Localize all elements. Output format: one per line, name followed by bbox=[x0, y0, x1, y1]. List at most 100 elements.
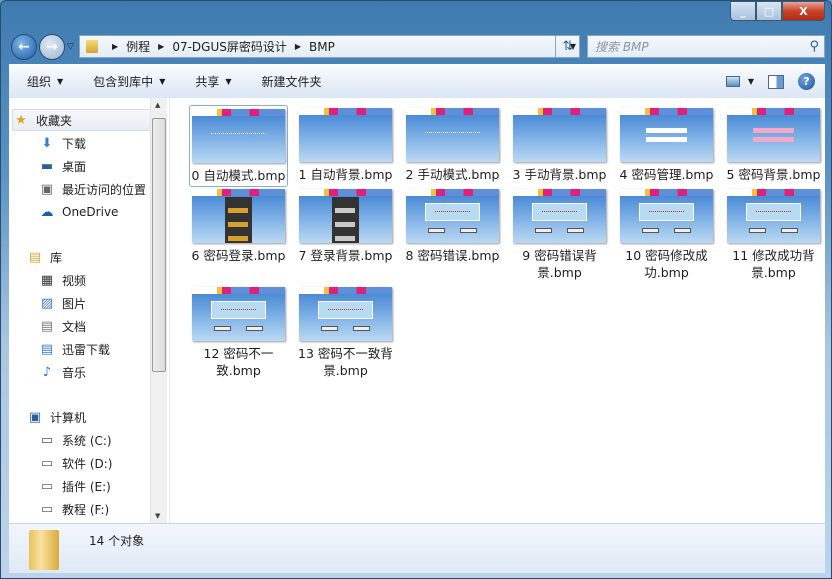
file-thumbnail bbox=[727, 189, 820, 243]
sidebar-item[interactable]: ▭ 软件 (D:) bbox=[39, 452, 113, 474]
sidebar-item-label: 插件 (E:) bbox=[62, 479, 111, 494]
sidebar-computer[interactable]: ▣ 计算机 bbox=[27, 406, 86, 428]
file-thumbnail bbox=[406, 108, 499, 162]
sidebar-item[interactable]: ▭ 插件 (E:) bbox=[39, 475, 111, 497]
sidebar-item-label: 音乐 bbox=[62, 365, 87, 380]
share-button[interactable]: 共享 ▼ bbox=[195, 73, 231, 90]
sidebar-item-icon: ▭ bbox=[40, 432, 54, 448]
navigation-pane: ★ 收藏夹 ⬇ 下载 ▬ 桌面 ▣ 最近访问的位置 ☁ OneDrive ▤ 库 ▦ 视频 ▨ 图片 ▤ 文档 ▤ 迅… bbox=[11, 98, 155, 523]
change-view-button[interactable]: ▼ bbox=[725, 76, 754, 87]
back-button[interactable]: ← bbox=[11, 34, 37, 60]
file-name: 3 手动背景.bmp bbox=[512, 167, 607, 182]
sidebar-item-icon: ▭ bbox=[40, 478, 54, 494]
sidebar-item-icon: ▭ bbox=[40, 501, 54, 517]
view-icon bbox=[725, 76, 740, 87]
sidebar-item[interactable]: ▤ 迅雷下载 bbox=[39, 338, 110, 360]
file-item[interactable]: 3 手动背景.bmp bbox=[510, 105, 609, 185]
file-item[interactable]: 12 密码不一致.bmp bbox=[189, 284, 288, 381]
chevron-right-icon[interactable]: ▶ bbox=[112, 42, 118, 51]
file-item[interactable]: 4 密码管理.bmp bbox=[617, 105, 716, 185]
explorer-window: _ □ X ← → ▽ ▶ 例程 ▶ 07-DGUS屏密码设计 ▶ BMP ▼ … bbox=[0, 0, 832, 579]
sidebar-favorites[interactable]: ★ 收藏夹 bbox=[12, 109, 154, 131]
file-item[interactable]: 13 密码不一致背景.bmp bbox=[296, 284, 395, 381]
file-item[interactable]: 2 手动模式.bmp bbox=[403, 105, 502, 185]
sidebar-item-label: 文档 bbox=[62, 319, 87, 334]
item-count: 14 个对象 bbox=[89, 534, 145, 548]
organize-button[interactable]: 组织 ▼ bbox=[27, 73, 63, 90]
search-placeholder: 搜索 BMP bbox=[595, 40, 649, 54]
file-thumbnail bbox=[513, 108, 606, 162]
new-folder-button[interactable]: 新建文件夹 bbox=[262, 73, 322, 90]
scroll-up-icon[interactable]: ▲ bbox=[155, 101, 160, 109]
maximize-button[interactable]: □ bbox=[756, 1, 782, 21]
minimize-button[interactable]: _ bbox=[730, 1, 756, 21]
search-input[interactable]: 搜索 BMP ⚲ bbox=[587, 35, 825, 58]
sidebar-label: 库 bbox=[50, 250, 63, 265]
file-name: 10 密码修改成功.bmp bbox=[625, 248, 708, 280]
refresh-button[interactable]: ⇅ bbox=[555, 35, 580, 58]
chevron-right-icon[interactable]: ▶ bbox=[295, 42, 301, 51]
file-item[interactable]: 8 密码错误.bmp bbox=[403, 186, 502, 266]
sidebar-item[interactable]: ▤ 文档 bbox=[39, 315, 86, 337]
sidebar-libraries[interactable]: ▤ 库 bbox=[27, 246, 62, 268]
file-item[interactable]: 5 密码背景.bmp bbox=[724, 105, 823, 185]
command-bar: 组织 ▼ 包含到库中 ▼ 共享 ▼ 新建文件夹 ▼ ? bbox=[9, 64, 825, 98]
chevron-down-icon: ▼ bbox=[57, 77, 64, 86]
breadcrumb-item[interactable]: 07-DGUS屏密码设计 bbox=[172, 38, 287, 55]
include-label: 包含到库中 bbox=[93, 75, 154, 89]
file-item[interactable]: 10 密码修改成功.bmp bbox=[617, 186, 716, 283]
sidebar-item[interactable]: ☁ OneDrive bbox=[39, 201, 119, 223]
recent-pages-dropdown[interactable]: ▽ bbox=[67, 42, 74, 52]
sidebar-item-label: 迅雷下载 bbox=[62, 342, 111, 357]
sidebar-item-icon: ⬇ bbox=[41, 135, 53, 151]
file-item[interactable]: 1 自动背景.bmp bbox=[296, 105, 395, 185]
sidebar-item-label: 下载 bbox=[62, 136, 87, 151]
sidebar-item[interactable]: ♪ 音乐 bbox=[39, 361, 86, 383]
file-name: 7 登录背景.bmp bbox=[298, 248, 393, 263]
sidebar-item[interactable]: ▣ 最近访问的位置 bbox=[39, 178, 146, 200]
file-name: 4 密码管理.bmp bbox=[619, 167, 714, 182]
chevron-down-icon: ▼ bbox=[159, 77, 166, 86]
file-thumbnail bbox=[620, 189, 713, 243]
breadcrumb-item[interactable]: 例程 bbox=[126, 38, 150, 55]
file-name: 11 修改成功背景.bmp bbox=[732, 248, 815, 280]
close-button[interactable]: X bbox=[782, 1, 825, 21]
sidebar-item-icon: ▤ bbox=[40, 318, 54, 334]
folder-icon bbox=[29, 530, 59, 570]
file-thumbnail bbox=[299, 108, 392, 162]
include-in-library-button[interactable]: 包含到库中 ▼ bbox=[93, 73, 165, 90]
file-thumbnail bbox=[299, 287, 392, 341]
file-item[interactable]: 7 登录背景.bmp bbox=[296, 186, 395, 266]
address-bar[interactable]: ▶ 例程 ▶ 07-DGUS屏密码设计 ▶ BMP ▼ bbox=[79, 35, 580, 58]
sidebar-item[interactable]: ▭ 教程 (F:) bbox=[39, 498, 109, 520]
file-item[interactable]: 11 修改成功背景.bmp bbox=[724, 186, 823, 283]
sidebar-item[interactable]: ▨ 图片 bbox=[39, 292, 86, 314]
file-item[interactable]: 6 密码登录.bmp bbox=[189, 186, 288, 266]
file-name: 0 自动模式.bmp bbox=[191, 168, 286, 183]
file-thumbnail bbox=[192, 109, 285, 163]
chevron-down-icon: ▼ bbox=[747, 77, 754, 86]
libraries-icon: ▤ bbox=[28, 249, 42, 265]
file-name: 6 密码登录.bmp bbox=[191, 248, 286, 263]
sidebar-item-label: 最近访问的位置 bbox=[62, 182, 147, 197]
nav-scrollbar[interactable]: ▲ ▼ bbox=[150, 98, 167, 523]
file-item[interactable]: 9 密码错误背景.bmp bbox=[510, 186, 609, 283]
sidebar-item[interactable]: ▭ 系统 (C:) bbox=[39, 429, 112, 451]
sidebar-item[interactable]: ⬇ 下载 bbox=[39, 132, 86, 154]
breadcrumb-item[interactable]: BMP bbox=[309, 40, 335, 54]
file-list: 0 自动模式.bmp 1 自动背景.bmp 2 手动模式.bmp 3 手动背景.bmp… bbox=[169, 98, 825, 523]
forward-button[interactable]: → bbox=[39, 34, 65, 60]
search-icon[interactable]: ⚲ bbox=[809, 39, 819, 54]
file-thumbnail bbox=[192, 189, 285, 243]
chevron-down-icon: ▼ bbox=[225, 77, 232, 86]
sidebar-item-icon: ▦ bbox=[40, 272, 54, 288]
scroll-down-icon[interactable]: ▼ bbox=[155, 512, 160, 520]
file-item[interactable]: 0 自动模式.bmp bbox=[189, 105, 288, 187]
chevron-right-icon[interactable]: ▶ bbox=[158, 42, 164, 51]
sidebar-item[interactable]: ▬ 桌面 bbox=[39, 155, 86, 177]
sidebar-item[interactable]: ▦ 视频 bbox=[39, 269, 86, 291]
sidebar-item-icon: ☁ bbox=[40, 204, 54, 220]
preview-pane-button[interactable] bbox=[768, 74, 784, 89]
help-button[interactable]: ? bbox=[798, 73, 815, 90]
scrollbar-thumb[interactable] bbox=[152, 118, 166, 372]
